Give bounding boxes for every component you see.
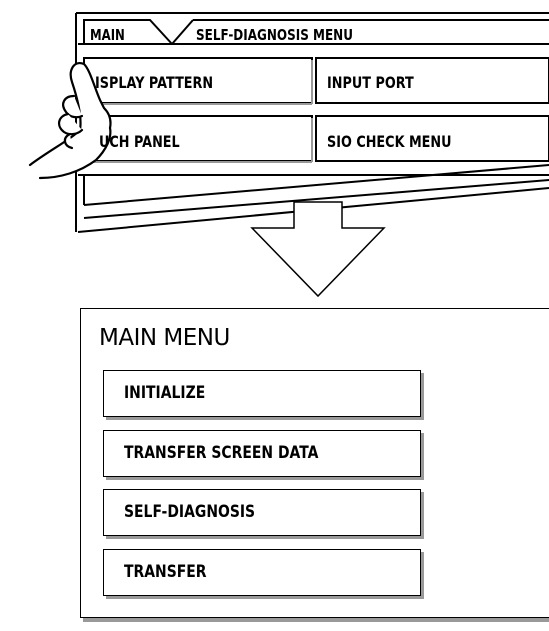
sio-check-menu-button[interactable]: SIO CHECK MENU — [327, 134, 452, 150]
self-diagnosis-button[interactable]: SELF-DIAGNOSIS — [103, 489, 421, 536]
transfer-button-label: TRANSFER — [124, 562, 207, 582]
transfer-button[interactable]: TRANSFER — [103, 549, 421, 596]
down-arrow-icon — [250, 201, 386, 298]
transfer-screen-data-button-label: TRANSFER SCREEN DATA — [124, 443, 319, 463]
tab-self-diagnosis-menu[interactable]: SELF-DIAGNOSIS MENU — [196, 28, 353, 43]
input-port-button[interactable]: INPUT PORT — [327, 75, 414, 91]
initialize-button[interactable]: INITIALIZE — [103, 370, 421, 417]
main-menu-panel: MAIN MENU INITIALIZE TRANSFER SCREEN DAT… — [80, 308, 549, 618]
self-diagnosis-button-label: SELF-DIAGNOSIS — [124, 502, 256, 522]
touch-panel-button[interactable]: UCH PANEL — [99, 134, 180, 150]
transfer-screen-data-button[interactable]: TRANSFER SCREEN DATA — [103, 430, 421, 477]
main-menu-title: MAIN MENU — [99, 325, 230, 351]
tab-main[interactable]: MAIN — [90, 28, 125, 43]
initialize-button-label: INITIALIZE — [124, 383, 206, 403]
display-pattern-button[interactable]: ISPLAY PATTERN — [95, 75, 213, 91]
